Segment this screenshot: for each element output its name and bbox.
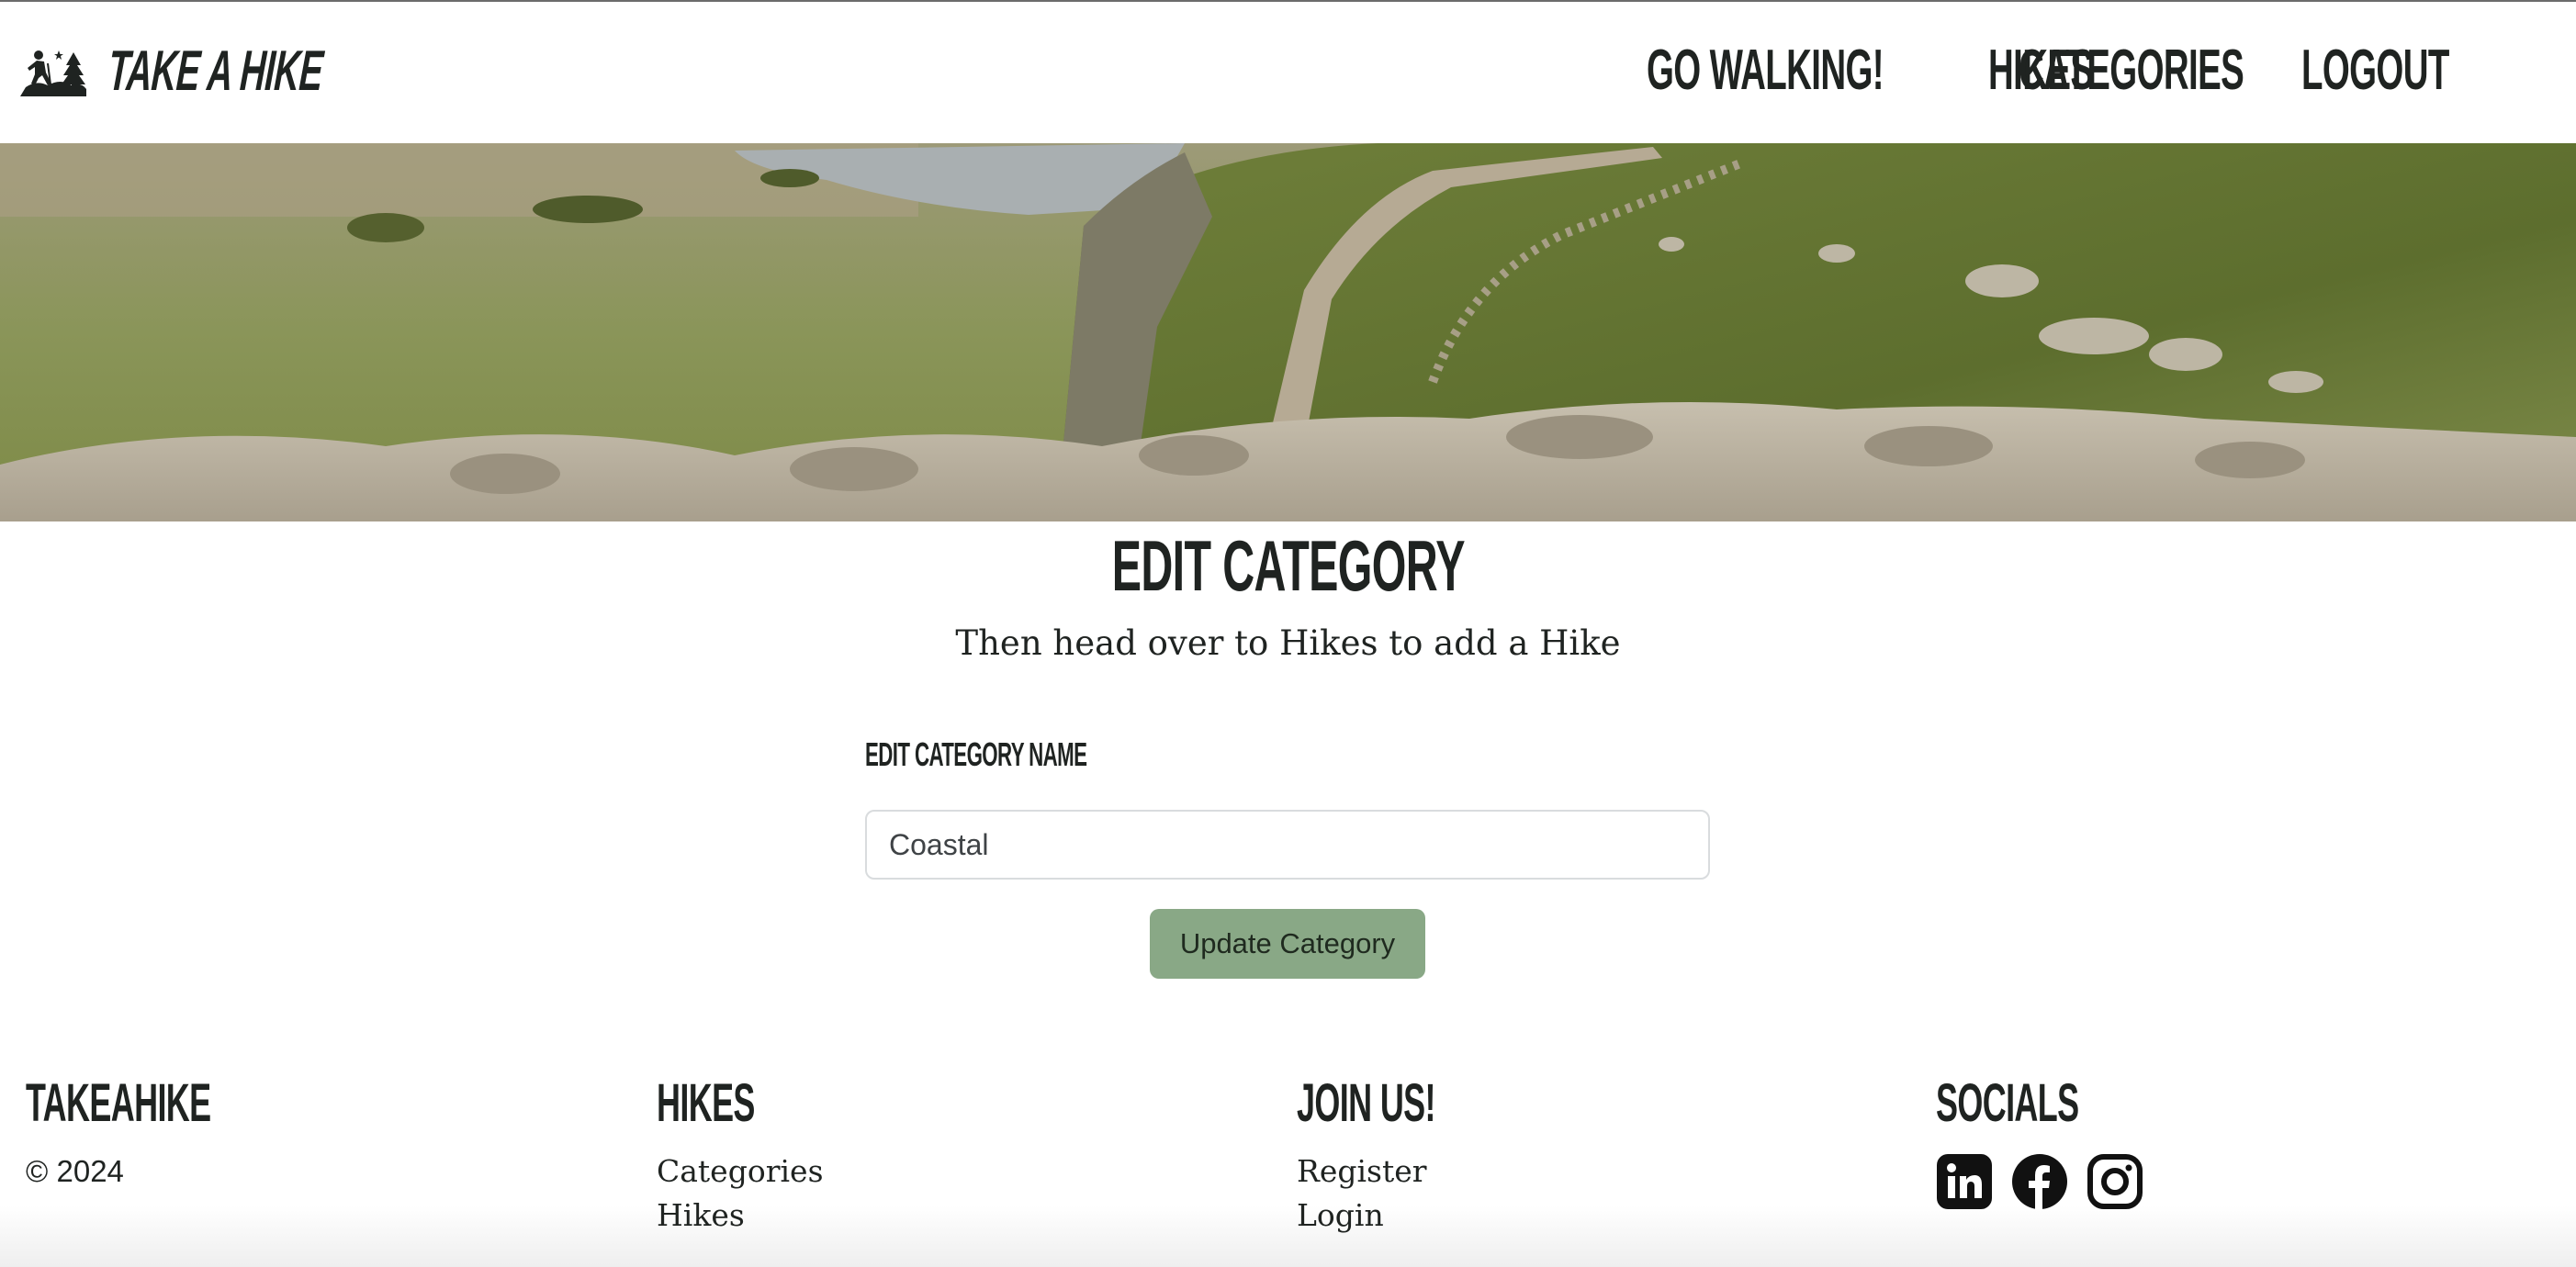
footer-copyright: © 2024 [26,1154,124,1188]
footer-socials-heading: SOCIALS [1936,1073,2079,1133]
nav-categories[interactable]: CATEGORIES [2019,39,2244,103]
hiker-logo-icon [20,50,86,96]
brand-link[interactable]: TAKE A HIKE [20,39,324,103]
social-links [1936,1153,2166,1210]
footer-brand-column: TAKEAHIKE © 2024 [26,1058,324,1194]
update-category-button[interactable]: Update Category [1150,909,1425,979]
page-title: EDIT CATEGORY [1111,525,1465,606]
brand-text: TAKE A HIKE [106,39,325,103]
footer-link-categories[interactable]: Categories [657,1149,824,1194]
footer-link-hikes[interactable]: Hikes [657,1194,824,1238]
footer-join-column: JOIN US! Register Login [1297,1058,1520,1238]
hero-banner-image [0,143,2576,521]
instagram-icon[interactable] [2087,1153,2143,1210]
footer-join-heading: JOIN US! [1297,1073,1436,1133]
page: TAKE A HIKE GO WALKING! HIKES CATEGORIES… [0,0,2576,1267]
footer-link-register[interactable]: Register [1297,1149,1520,1194]
linkedin-icon[interactable] [1936,1153,1993,1210]
footer-brand: TAKEAHIKE [26,1073,211,1133]
nav-logout[interactable]: LOGOUT [2301,39,2449,103]
site-footer: TAKEAHIKE © 2024 HIKES Categories Hikes … [0,1058,2576,1267]
site-header: TAKE A HIKE GO WALKING! HIKES CATEGORIES… [0,2,2576,143]
nav-go-walking[interactable]: GO WALKING! [1647,39,1884,103]
footer-link-login[interactable]: Login [1297,1194,1520,1238]
category-name-label: EDIT CATEGORY NAME [865,735,1087,773]
footer-socials-column: SOCIALS [1936,1058,2166,1210]
facebook-icon[interactable] [2011,1153,2068,1210]
footer-hikes-heading: HIKES [657,1073,755,1133]
page-subtitle: Then head over to Hikes to add a Hike [955,623,1621,663]
category-name-input[interactable] [865,810,1710,880]
footer-hikes-column: HIKES Categories Hikes [657,1058,824,1238]
